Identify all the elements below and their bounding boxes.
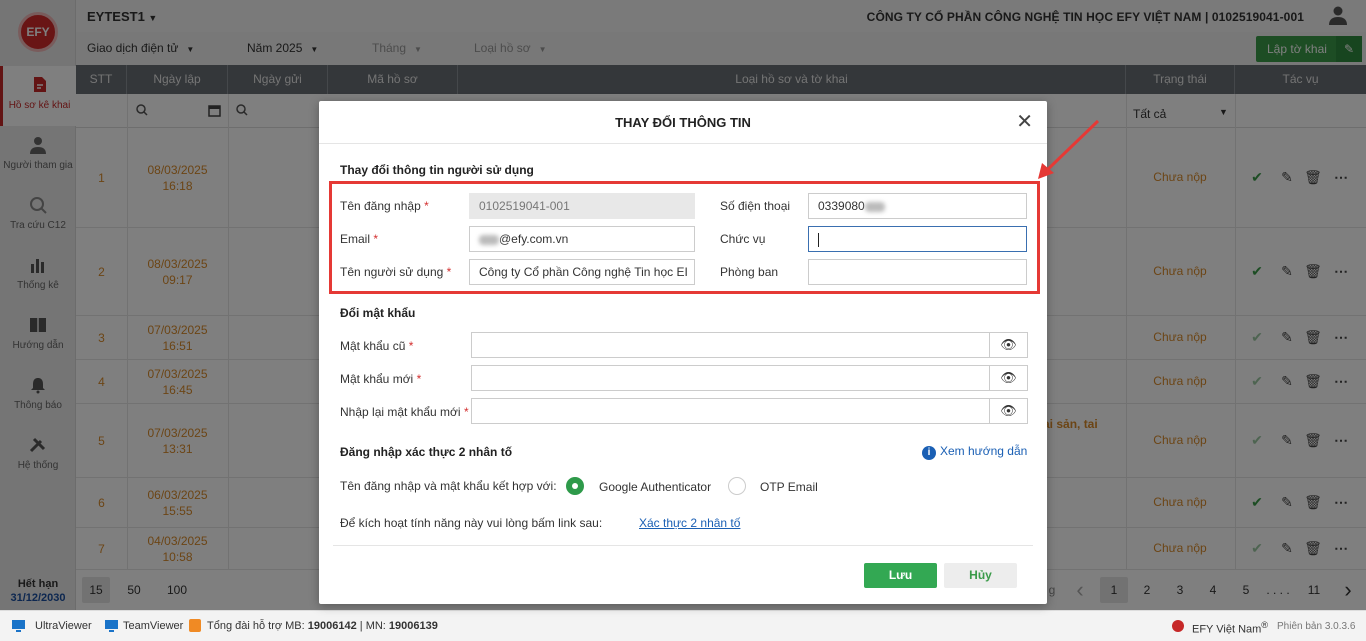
old-password-label: Mật khẩu cũ * [340,339,414,353]
version-text: Phiên bản 3.0.3.6 [1277,621,1356,632]
new-password-label: Mật khẩu mới * [340,372,422,386]
guide-link-text: Xem hướng dẫn [940,444,1028,458]
info-icon: i [922,446,936,460]
brand-name: EFY Việt Nam® [1192,620,1268,636]
new-password-label-text: Mật khẩu mới [340,372,414,386]
confirm-password-field[interactable] [471,398,990,424]
annotation-arrow-icon [1038,119,1100,179]
twofa-section-title: Đăng nhập xác thực 2 nhân tố [340,445,513,459]
annotation-highlight-box [329,181,1040,294]
confirm-password-label: Nhập lại mật khẩu mới * [340,405,469,419]
hotline-sep: | MN: [356,620,389,632]
guide-link[interactable]: i Xem hướng dẫn [922,444,1027,460]
google-auth-label: Google Authenticator [599,480,712,494]
ultraviewer-link[interactable]: UltraViewer [35,620,92,632]
brand-name-text: EFY Việt Nam [1192,623,1262,636]
cancel-button[interactable]: Hủy [944,563,1017,588]
password-section-title: Đổi mật khẩu [340,306,416,320]
google-auth-radio[interactable] [566,477,584,495]
eye-icon[interactable]: 👁 [989,398,1028,424]
eye-icon[interactable]: 👁 [989,365,1028,391]
old-password-field[interactable] [471,332,990,358]
divider [333,545,1033,546]
activate-2fa-link[interactable]: Xác thực 2 nhân tố [639,516,740,530]
efy-brand-icon [1170,619,1186,636]
phone-icon [189,619,201,635]
user-info-section-title: Thay đổi thông tin người sử dụng [340,163,534,177]
combine-label: Tên đăng nhập và mật khẩu kết hợp với: [340,479,557,493]
monitor-icon [12,620,25,635]
save-button[interactable]: Lưu [864,563,937,588]
hotline-mn: 19006139 [388,620,438,632]
new-password-field[interactable] [471,365,990,391]
activate-label: Để kích hoạt tính năng này vui lòng bấm … [340,516,603,530]
change-info-dialog: THAY ĐỔI THÔNG TIN ✕ Thay đổi thông tin … [319,101,1047,604]
hotline-mb: 19006142 [307,620,357,632]
hotline-label: Tổng đài hỗ trợ MB: [207,620,308,632]
brand-reg: ® [1261,620,1269,630]
eye-icon[interactable]: 👁 [989,332,1028,358]
old-password-label-text: Mật khẩu cũ [340,339,406,353]
otp-email-label: OTP Email [760,480,818,494]
hotline-text: Tổng đài hỗ trợ MB: 19006142 | MN: 19006… [207,620,438,632]
confirm-password-label-text: Nhập lại mật khẩu mới [340,405,461,419]
footer: UltraViewer TeamViewer Tổng đài hỗ trợ M… [0,610,1366,641]
dialog-title: THAY ĐỔI THÔNG TIN [319,101,1047,144]
teamviewer-link[interactable]: TeamViewer [123,620,183,632]
otp-email-radio[interactable] [728,477,746,495]
monitor-icon [105,620,118,635]
